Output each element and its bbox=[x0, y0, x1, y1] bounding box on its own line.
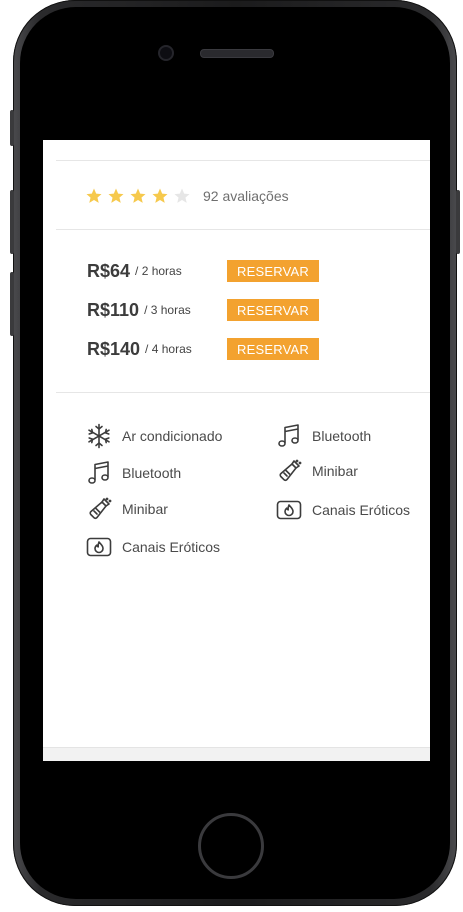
reserve-button-3h[interactable]: RESERVAR bbox=[227, 299, 319, 321]
price-row: R$64 / 2 horas bbox=[87, 259, 182, 283]
amenity-erotic-channels: Canais Eróticos bbox=[86, 534, 220, 560]
price-amount: R$64 bbox=[87, 260, 131, 281]
price-amount: R$140 bbox=[87, 338, 141, 359]
champagne-bottle-icon bbox=[86, 496, 112, 522]
price-duration: / 2 horas bbox=[135, 264, 182, 278]
amenity-bluetooth: Bluetooth bbox=[86, 460, 181, 486]
amenity-label: Canais Eróticos bbox=[122, 539, 221, 555]
amenity-air-conditioning: Ar condicionado bbox=[86, 423, 222, 449]
snowflake-icon bbox=[86, 423, 112, 449]
amenity-minibar: Minibar bbox=[276, 458, 358, 484]
power-button bbox=[456, 190, 460, 254]
amenity-label: Bluetooth bbox=[122, 465, 182, 481]
phone-screen: 92 avaliações R$64 / 2 horas RESERVAR R$… bbox=[38, 103, 430, 761]
star-empty-icon bbox=[174, 188, 190, 203]
amenity-minibar: Minibar bbox=[86, 496, 168, 522]
rating-count: 92 avaliações bbox=[203, 188, 289, 204]
price-row: R$140 / 4 horas bbox=[87, 337, 192, 361]
star-icon bbox=[108, 188, 124, 203]
flame-tv-icon bbox=[86, 534, 112, 560]
amenity-label: Ar condicionado bbox=[122, 428, 223, 444]
flame-tv-icon bbox=[276, 497, 302, 523]
earpiece-speaker bbox=[200, 49, 274, 58]
rating-row: 92 avaliações bbox=[85, 185, 289, 207]
amenity-label: Minibar bbox=[312, 463, 358, 479]
home-button bbox=[198, 813, 264, 879]
amenity-bluetooth: Bluetooth bbox=[276, 423, 371, 449]
volume-down-button bbox=[10, 272, 14, 336]
amenity-label: Bluetooth bbox=[312, 428, 372, 444]
divider bbox=[56, 392, 430, 393]
divider bbox=[56, 160, 430, 161]
star-icon bbox=[130, 188, 146, 203]
price-amount: R$110 bbox=[87, 299, 140, 320]
divider bbox=[56, 229, 430, 230]
price-duration: / 4 horas bbox=[145, 342, 192, 356]
amenity-label: Minibar bbox=[122, 501, 168, 517]
star-icon bbox=[152, 188, 168, 203]
volume-up-button bbox=[10, 190, 14, 254]
mute-switch bbox=[10, 110, 14, 146]
reserve-button-4h[interactable]: RESERVAR bbox=[227, 338, 319, 360]
champagne-bottle-icon bbox=[276, 458, 302, 484]
music-note-icon bbox=[86, 460, 112, 486]
page-content: 92 avaliações R$64 / 2 horas RESERVAR R$… bbox=[43, 140, 430, 761]
music-note-icon bbox=[276, 423, 302, 449]
bottom-bar bbox=[43, 747, 430, 761]
amenity-erotic-channels: Canais Eróticos bbox=[276, 497, 410, 523]
star-icon bbox=[86, 188, 102, 203]
price-duration: / 3 horas bbox=[144, 303, 191, 317]
amenity-label: Canais Eróticos bbox=[312, 502, 411, 518]
price-row: R$110 / 3 horas bbox=[87, 298, 191, 322]
reserve-button-2h[interactable]: RESERVAR bbox=[227, 260, 319, 282]
front-camera bbox=[158, 45, 174, 61]
